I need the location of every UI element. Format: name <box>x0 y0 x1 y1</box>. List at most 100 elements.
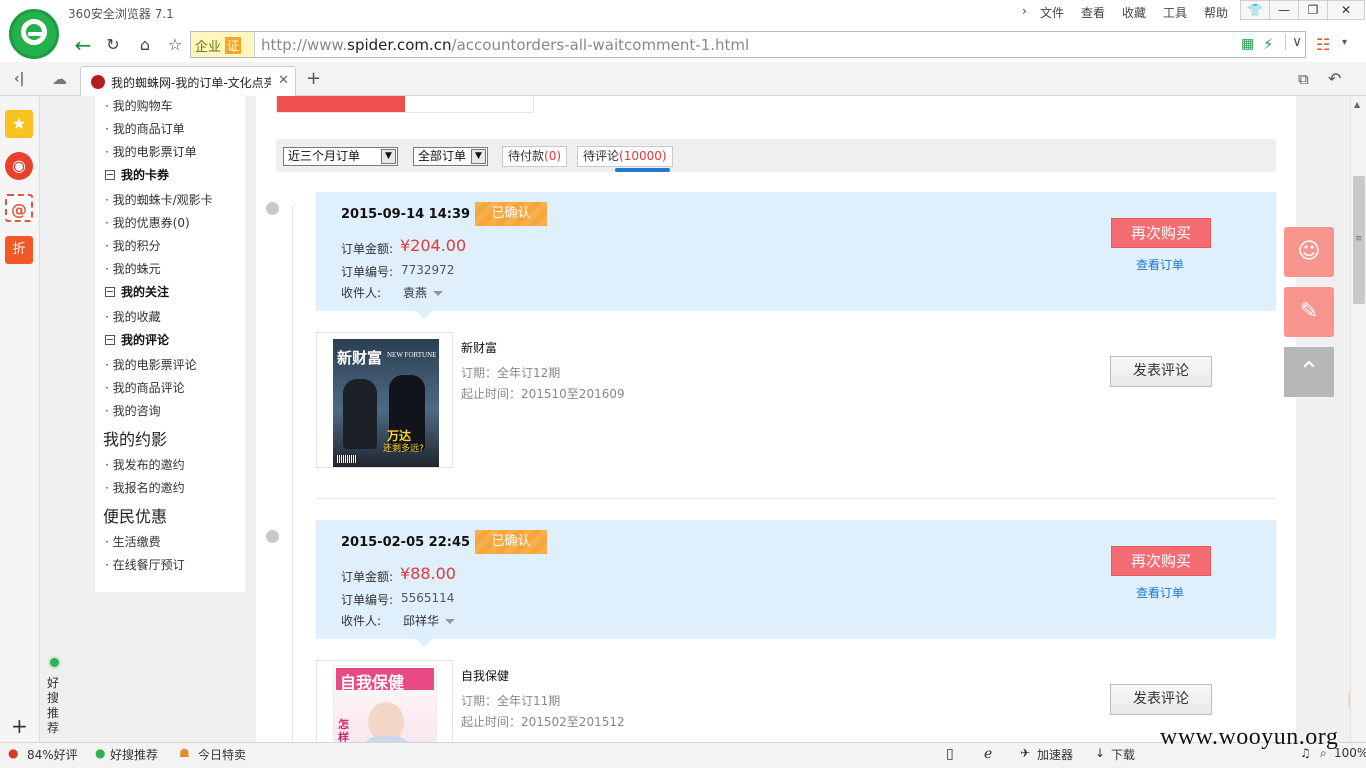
lightning-icon[interactable]: ⚡ <box>1263 35 1274 53</box>
collapse-icon <box>105 335 115 345</box>
feedback-pencil-icon[interactable]: ✎ <box>1284 287 1334 337</box>
nav-product-orders[interactable]: · 我的商品订单 <box>105 120 185 137</box>
maximize-button[interactable]: ❐ <box>1298 0 1328 20</box>
qr-code-icon[interactable]: ▦ <box>1241 36 1254 52</box>
undo-close-icon[interactable]: ↶ <box>1328 69 1341 88</box>
cloud-icon[interactable]: ☁ <box>52 70 67 88</box>
nav-coupons[interactable]: · 我的优惠券(0) <box>105 214 190 231</box>
home-icon[interactable]: ⌂ <box>132 32 158 58</box>
menu-view[interactable]: 查看 <box>1081 4 1105 21</box>
view-order-link[interactable]: 查看订单 <box>1136 256 1184 273</box>
nav-cards-head[interactable]: 我的卡券 <box>105 166 169 183</box>
nav-published-invites[interactable]: · 我发布的邀约 <box>105 456 185 473</box>
skin-icon[interactable]: 👕 <box>1240 0 1270 20</box>
menu-favorites[interactable]: 收藏 <box>1122 4 1146 21</box>
mobile-icon[interactable]: ▯ <box>946 746 954 762</box>
nav-product-reviews[interactable]: · 我的商品评论 <box>105 379 185 396</box>
period-select[interactable]: 近三个月订单 ▼ <box>283 147 398 166</box>
nav-movie-reviews[interactable]: · 我的电影票评论 <box>105 356 197 373</box>
pending-payment-filter[interactable]: 待付款(0) <box>502 146 568 167</box>
pending-payment-label: 待付款 <box>508 149 545 163</box>
product-name[interactable]: 自我保健 <box>461 667 509 684</box>
order-date: 2015-02-05 22:45 <box>341 535 471 550</box>
favorites-star-icon[interactable]: ★ <box>5 110 33 138</box>
rebuy-button[interactable]: 再次购买 <box>1111 546 1211 576</box>
back-arrow-icon[interactable]: ← <box>70 32 96 58</box>
address-bar[interactable]: 企业 证 http://www.spider.com.cn/accountord… <box>190 31 1306 58</box>
order-type-select[interactable]: 全部订单 ▼ <box>413 147 488 166</box>
nav-points[interactable]: · 我的积分 <box>105 237 161 254</box>
chevron-right-icon[interactable]: › <box>1022 4 1027 18</box>
menu-help[interactable]: 帮助 <box>1204 4 1228 21</box>
new-tab-button[interactable]: + <box>306 68 321 89</box>
close-window-button[interactable]: ✕ <box>1327 0 1365 20</box>
subscription-range: 起止时间：201510至201609 <box>461 387 625 401</box>
nav-zhuyuan[interactable]: · 我的蛛元 <box>105 260 161 277</box>
nav-consult[interactable]: · 我的咨询 <box>105 402 161 419</box>
order-date: 2015-09-14 14:39 <box>341 207 471 222</box>
close-tab-icon[interactable]: ✕ <box>278 73 289 88</box>
product-cover-image[interactable]: 自我保健 怎样减肥 <box>316 660 453 742</box>
apps-grid-icon[interactable]: ☷ <box>1316 35 1330 54</box>
haosou-recommend-panel[interactable]: 好搜推荐 <box>41 646 69 742</box>
ie-icon[interactable]: ℯ <box>984 746 992 762</box>
nav-published-invites-label: 我发布的邀约 <box>112 458 185 472</box>
nav-movie-orders[interactable]: · 我的电影票订单 <box>105 143 197 160</box>
mail-at-icon[interactable]: @ <box>5 194 33 222</box>
discount-icon[interactable]: 折 <box>5 236 33 264</box>
pending-review-filter[interactable]: 待评论(10000) <box>577 146 673 167</box>
add-sidebar-icon[interactable]: + <box>11 714 28 738</box>
tab-list-icon[interactable]: ⧉ <box>1298 70 1309 88</box>
nav-follow-head[interactable]: 我的关注 <box>105 283 169 300</box>
write-review-button[interactable]: 发表评论 <box>1110 684 1212 715</box>
apps-chevron-icon[interactable]: ▾ <box>1342 37 1347 48</box>
menu-tools[interactable]: 工具 <box>1163 4 1187 21</box>
nav-restaurant[interactable]: · 在线餐厅预订 <box>105 556 185 573</box>
weibo-icon[interactable]: ◉ <box>5 152 33 180</box>
product-name[interactable]: 新财富 <box>461 339 497 356</box>
vertical-scrollbar[interactable]: ▲ ≡ <box>1350 96 1366 742</box>
nav-review-head[interactable]: 我的评论 <box>105 331 169 348</box>
tab-active[interactable]: 我的蜘蛛网-我的订单-文化点亮 ✕ <box>80 66 296 96</box>
order-number: 7732972 <box>401 263 455 277</box>
zoom-level[interactable]: 100% <box>1334 746 1366 760</box>
dropdown-chevron-icon[interactable]: ∨ <box>1285 34 1302 50</box>
spider-favicon-icon <box>91 75 105 89</box>
browser-logo-icon[interactable] <box>9 9 59 59</box>
url-text[interactable]: http://www.spider.com.cn/accountorders-a… <box>261 36 749 54</box>
menu-file[interactable]: 文件 <box>1040 4 1064 21</box>
order-receiver[interactable]: 邱祥华 <box>403 612 455 629</box>
minimize-button[interactable]: — <box>1269 0 1299 20</box>
accelerator-text[interactable]: 加速器 <box>1037 746 1073 763</box>
nav-cart[interactable]: · 我的购物车 <box>105 97 173 114</box>
refresh-icon[interactable]: ↻ <box>100 32 126 58</box>
bookmark-star-icon[interactable]: ☆ <box>162 32 188 58</box>
receiver-label: 收件人: <box>341 614 382 628</box>
enterprise-badge[interactable]: 企业 证 <box>191 32 255 57</box>
title-bar: 360安全浏览器 7.1 › 文件 查看 收藏 工具 帮助 👕 — ❐ ✕ <box>0 0 1366 28</box>
write-review-button[interactable]: 发表评论 <box>1110 356 1212 387</box>
rating-text[interactable]: 84%好评 <box>27 746 78 763</box>
today-deals-text[interactable]: 今日特卖 <box>198 746 246 763</box>
pending-review-label: 待评论 <box>583 149 620 163</box>
page-content: 好搜推荐 · 我的购物车 · 我的商品订单 · 我的电影票订单 我的卡券 · 我… <box>41 96 1350 742</box>
nav-spider-card[interactable]: · 我的蜘蛛卡/观影卡 <box>105 191 213 208</box>
nav-bill-payment[interactable]: · 生活缴费 <box>105 533 161 550</box>
order-receiver[interactable]: 袁燕 <box>403 284 443 301</box>
product-cover-image[interactable]: 新财富 NEW FORTUNE 万达 还剩多远? <box>316 332 453 468</box>
recommend-icon: ● <box>95 746 106 760</box>
download-text[interactable]: 下载 <box>1111 746 1135 763</box>
active-order-tab[interactable] <box>277 96 405 112</box>
customer-service-icon[interactable]: ☺ <box>1284 227 1334 277</box>
rebuy-button[interactable]: 再次购买 <box>1111 218 1211 248</box>
recommend-text[interactable]: 好搜推荐 <box>110 746 158 763</box>
rocket-icon: ✈ <box>1020 746 1031 760</box>
scroll-up-icon[interactable]: ▲ <box>1354 100 1360 109</box>
back-to-top-icon[interactable]: ⌃ <box>1284 347 1334 397</box>
collapse-icon <box>105 287 115 297</box>
view-order-link[interactable]: 查看订单 <box>1136 584 1184 601</box>
nav-joined-invites[interactable]: · 我报名的邀约 <box>105 479 185 496</box>
nav-favorites[interactable]: · 我的收藏 <box>105 308 161 325</box>
sidebar-toggle-icon[interactable]: ‹| <box>14 71 24 87</box>
cover-en-title: NEW FORTUNE <box>387 351 437 359</box>
